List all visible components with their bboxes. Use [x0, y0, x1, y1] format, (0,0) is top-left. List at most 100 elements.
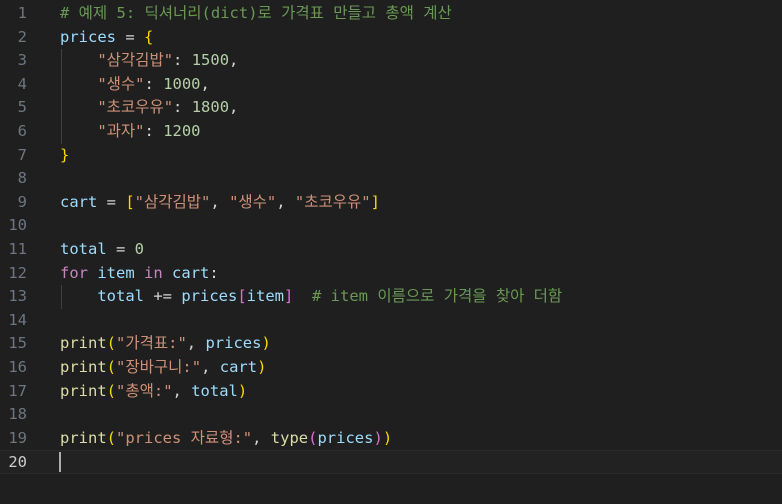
line-number: 16 — [8, 358, 27, 376]
line-number: 6 — [17, 122, 27, 140]
line-number: 8 — [17, 169, 27, 188]
code-line[interactable]: 14 — [0, 309, 782, 333]
code-token: for — [60, 263, 88, 282]
indent-guide — [61, 285, 62, 309]
line-number: 9 — [17, 192, 27, 211]
code-text: total = 0 — [60, 238, 144, 262]
code-token: ( — [106, 358, 117, 376]
code-text: print("가격표:", prices) — [60, 332, 271, 356]
code-editor[interactable]: 1 # 예제 5: 딕셔너리(dict)로 가격표 만들고 총액 계산 2 price… — [0, 0, 782, 504]
code-token: total — [97, 287, 144, 306]
line-number: 1 — [17, 4, 27, 22]
code-token: "초코우유" — [97, 98, 174, 117]
code-token: "생수" — [97, 74, 145, 93]
code-token: : — [144, 122, 164, 140]
line-number: 10 — [8, 216, 27, 235]
text-cursor — [59, 452, 61, 472]
line-number: 12 — [8, 263, 27, 282]
code-token: cart — [172, 263, 210, 282]
line-number: 3 — [17, 51, 27, 70]
line-number: 17 — [8, 381, 27, 400]
line-number: 13 — [8, 287, 27, 306]
code-token: , — [210, 192, 230, 211]
code-token: ) — [261, 334, 271, 353]
code-token: ) — [237, 381, 248, 400]
code-token: : — [173, 98, 192, 117]
code-token: print — [60, 428, 107, 447]
code-line[interactable]: 18 — [0, 403, 782, 427]
code-text: cart = ["삼각김밥", "생수", "초코우유"] — [60, 191, 380, 215]
code-line[interactable]: 4 "생수": 1000, — [0, 73, 782, 97]
code-token: 1200 — [163, 122, 201, 140]
code-line[interactable]: 7} — [0, 144, 782, 168]
line-number: 14 — [8, 310, 27, 329]
code-token: "가격표:" — [116, 334, 187, 353]
code-token: 1500 — [191, 51, 230, 70]
line-number: 15 — [8, 334, 27, 353]
code-token: ( — [106, 428, 117, 447]
code-token: : — [173, 51, 192, 70]
code-text: print("장바구니:", cart) — [60, 356, 266, 380]
code-text: total += prices[item] # item 이름으로 가격을 찾아… — [60, 285, 562, 309]
code-token: ) — [373, 428, 383, 447]
code-line[interactable]: 10 — [0, 214, 782, 238]
code-token: "삼각김밥" — [134, 192, 211, 211]
code-token: type — [270, 428, 309, 447]
code-token: , — [200, 74, 210, 93]
code-line[interactable]: 17 print("총액:", total) — [0, 380, 782, 404]
code-line[interactable]: 16 print("장바구니:", cart) — [0, 356, 782, 380]
code-token: # item 이름으로 가격을 찾아 더함 — [312, 287, 563, 306]
code-line[interactable]: 13 total += prices[item] # item 이름으로 가격을… — [0, 285, 782, 309]
code-token: "과자" — [97, 122, 145, 140]
code-line[interactable]: 5 "초코우유": 1800, — [0, 96, 782, 120]
code-token: item — [97, 263, 135, 282]
code-line[interactable]: 3 "삼각김밥": 1500, — [0, 49, 782, 73]
code-token: cart — [60, 192, 98, 211]
line-number: 2 — [17, 27, 27, 46]
code-token: "prices 자료형:" — [116, 428, 253, 447]
code-text: prices = { — [60, 26, 153, 50]
code-text: "과자": 1200 — [60, 120, 201, 144]
code-text: for item in cart: — [60, 262, 219, 286]
code-token: "생수" — [229, 192, 277, 211]
code-token: , — [276, 192, 295, 211]
line-number: 5 — [17, 98, 27, 117]
code-token: cart — [219, 358, 258, 376]
code-token: item — [246, 287, 284, 306]
code-token: "삼각김밥" — [97, 51, 174, 70]
code-token: prices — [205, 334, 262, 353]
code-token: = — [116, 27, 144, 46]
code-line[interactable]: 1 # 예제 5: 딕셔너리(dict)로 가격표 만들고 총액 계산 — [0, 2, 782, 26]
code-token: ) — [382, 428, 393, 447]
code-line[interactable]: 12 for item in cart: — [0, 262, 782, 286]
code-token: prices — [60, 27, 116, 46]
code-line[interactable]: 20 — [0, 450, 782, 474]
code-line[interactable]: 19 print("prices 자료형:", type(prices)) — [0, 427, 782, 451]
code-token: 1800 — [191, 98, 230, 117]
code-token: = — [106, 240, 135, 258]
code-line[interactable]: 9 cart = ["삼각김밥", "생수", "초코우유"] — [0, 191, 782, 215]
code-token: total — [60, 240, 107, 258]
code-text: print("총액:", total) — [60, 380, 247, 404]
code-line[interactable]: 11 total = 0 — [0, 238, 782, 262]
line-number: 7 — [17, 145, 27, 164]
code-line[interactable]: 15 print("가격표:", prices) — [0, 332, 782, 356]
code-token: : — [209, 263, 219, 282]
line-number: 20 — [8, 453, 27, 472]
code-token: in — [144, 263, 163, 282]
code-line[interactable]: 2 prices = { — [0, 26, 782, 50]
code-token: total — [191, 381, 238, 400]
code-token: "총액:" — [116, 381, 173, 400]
code-line[interactable]: 6 "과자": 1200 — [0, 120, 782, 144]
code-text: print("prices 자료형:", type(prices)) — [60, 427, 392, 451]
code-line[interactable]: 8 — [0, 167, 782, 191]
code-token: # 예제 5: 딕셔너리(dict)로 가격표 만들고 총액 계산 — [60, 4, 452, 22]
